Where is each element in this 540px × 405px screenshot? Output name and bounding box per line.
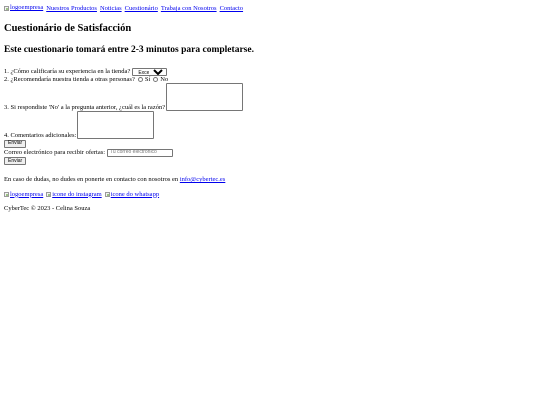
instagram-link[interactable]: icone do instagram: [46, 190, 102, 198]
whatsapp-link[interactable]: icone do whatsapp: [104, 190, 160, 198]
footer-logo-link[interactable]: logoempresa: [4, 191, 43, 198]
survey-form: 1. ¿Cómo calificaría su experiencia en l…: [4, 67, 536, 166]
q3-label: 3. Si respondiste 'No' a la pregunta ant…: [4, 103, 166, 111]
nav-link-contacto[interactable]: Contacto: [220, 5, 243, 12]
contact-email-link[interactable]: info@cybertec.es: [180, 176, 226, 183]
footer-icons: logoempresa icone do instagram icone do …: [4, 191, 536, 198]
nav-link-productos[interactable]: Nuestros Productos: [46, 5, 97, 12]
question-3: 3. Si respondiste 'No' a la pregunta ant…: [4, 83, 536, 112]
logo-link[interactable]: logoempresa: [4, 4, 43, 11]
email-input[interactable]: Tu correo electrónico: [107, 148, 174, 157]
submit-row: Enviar: [4, 139, 536, 148]
broken-image-icon: [4, 5, 9, 11]
q2-label: 2. ¿Recomendaría nuestra tienda a otras …: [4, 75, 135, 83]
nav-link-cuestionario[interactable]: Cuestionário: [125, 5, 158, 12]
contact-paragraph: En caso de dudas, no dudes en ponerte en…: [4, 176, 536, 183]
nav-link-trabaja[interactable]: Trabaja con Nosotros: [161, 5, 217, 12]
nav-link-noticias[interactable]: Noticias: [100, 5, 122, 12]
question-1: 1. ¿Cómo calificaría su experiencia en l…: [4, 67, 536, 76]
q2-no-label: No: [160, 75, 169, 83]
whatsapp-icon: [104, 192, 110, 198]
submit-button[interactable]: Enviar: [4, 139, 27, 148]
email-label: Correo electrónico para recibir ofertas:: [4, 148, 106, 156]
question-4: 4. Comentarios adicionales:: [4, 111, 536, 140]
contact-text: En caso de dudas, no dudes en ponerte en…: [4, 176, 179, 184]
email-submit-button[interactable]: Enviar: [4, 157, 27, 166]
top-nav: logoempresa Nuestros Productos Noticias …: [4, 4, 536, 13]
whatsapp-alt: icone do whatsapp: [110, 190, 160, 198]
instagram-icon: [46, 192, 52, 198]
instagram-alt: icone do instagram: [52, 190, 102, 198]
email-row: Correo electrónico para recibir ofertas:…: [4, 148, 536, 157]
footer-logo-alt: logoempresa: [10, 190, 44, 198]
page-title: Cuestionário de Satisfacción: [4, 22, 132, 34]
q1-select[interactable]: Excelente: [132, 67, 168, 76]
footer-copyright: CyberTec © 2023 - Celina Souza: [4, 205, 91, 213]
q2-radio-no[interactable]: [153, 77, 159, 83]
q2-yes-label: Sí: [144, 75, 151, 83]
q3-textarea[interactable]: [166, 83, 244, 112]
q1-label: 1. ¿Cómo calificaría su experiencia en l…: [4, 67, 131, 75]
broken-image-icon: [4, 192, 9, 198]
logo-alt-text: logoempresa: [10, 4, 44, 11]
question-2: 2. ¿Recomendaría nuestra tienda a otras …: [4, 76, 536, 83]
page: logoempresa Nuestros Productos Noticias …: [0, 0, 540, 216]
q2-radio-yes[interactable]: [137, 77, 143, 83]
q4-textarea[interactable]: [77, 111, 155, 140]
page-subtitle: Este cuestionario tomará entre 2-3 minut…: [4, 44, 254, 55]
email-submit-row: Enviar: [4, 157, 536, 166]
q4-label: 4. Comentarios adicionales:: [4, 131, 77, 139]
